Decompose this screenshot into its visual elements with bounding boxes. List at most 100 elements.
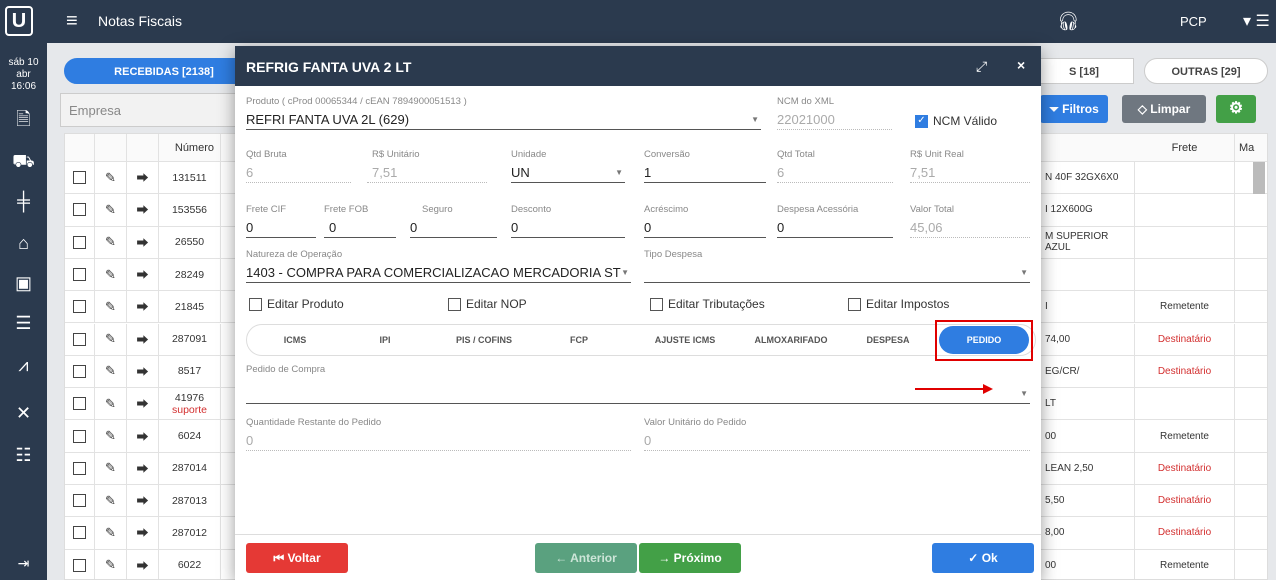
produto-field[interactable]: Produto ( cProd 00065344 / cEAN 78949000… <box>246 96 761 130</box>
logout-icon[interactable]: ⇥ <box>0 555 47 572</box>
sliders-icon[interactable]: ☰ <box>0 313 47 334</box>
checkbox-icon[interactable] <box>73 494 86 508</box>
desconto-field[interactable]: Desconto 0 <box>511 204 625 238</box>
frete-cif-value[interactable]: 0 <box>246 220 316 238</box>
chevron-down-icon[interactable]: ▼ <box>1020 268 1028 277</box>
checkbox-icon[interactable] <box>73 397 86 411</box>
checkbox-checked-icon[interactable]: ✓ <box>915 114 928 128</box>
anterior-button[interactable]: ← Anterior <box>535 543 637 573</box>
edit-icon[interactable]: ✎ <box>95 452 127 484</box>
empresa-input[interactable]: Empresa <box>60 93 240 127</box>
export-icon[interactable]: ⮕ <box>127 452 159 484</box>
seguro-value[interactable]: 0 <box>410 220 497 238</box>
edit-icon[interactable]: ✎ <box>95 485 127 517</box>
edit-icon[interactable]: ✎ <box>95 291 127 323</box>
frete-cif-field[interactable]: Frete CIF 0 <box>246 204 316 238</box>
tab-ipi[interactable]: IPI <box>355 325 415 355</box>
close-icon[interactable]: × <box>1017 57 1025 73</box>
app-logo[interactable]: U <box>5 6 33 36</box>
truck-icon[interactable]: ⛟ <box>0 151 47 175</box>
checkbox-icon[interactable] <box>73 461 86 475</box>
list-icon[interactable]: ☷ <box>0 445 47 466</box>
tab-recebidas[interactable]: RECEBIDAS [2138] <box>64 58 264 84</box>
tab-ajuste-icms[interactable]: AJUSTE ICMS <box>635 325 735 355</box>
chevron-down-icon[interactable]: ▼ <box>1020 389 1028 398</box>
scrollbar-thumb[interactable] <box>1253 162 1265 194</box>
signpost-icon[interactable]: ╪ <box>0 191 47 212</box>
limpar-button[interactable]: ◇ Limpar <box>1122 95 1206 123</box>
despesa-acessoria-field[interactable]: Despesa Acessória 0 <box>777 204 893 238</box>
expand-icon[interactable]: ⤢ <box>976 58 987 75</box>
warehouse-icon[interactable]: ⌂ <box>0 233 47 254</box>
export-icon[interactable]: ⮕ <box>127 388 159 420</box>
row-checkbox-cell[interactable] <box>65 291 95 323</box>
header-numero[interactable]: Número <box>159 134 221 161</box>
edit-icon[interactable]: ✎ <box>95 388 127 420</box>
checkbox-icon[interactable] <box>73 235 86 249</box>
row-checkbox-cell[interactable] <box>65 194 95 226</box>
tab-pis-cofins[interactable]: PIS / COFINS <box>439 325 529 355</box>
checkbox-icon[interactable] <box>249 297 262 311</box>
chevron-down-icon[interactable]: ▼ <box>751 115 759 124</box>
tab-partial[interactable]: S [18] <box>1034 58 1134 84</box>
edit-icon[interactable]: ✎ <box>95 194 127 226</box>
row-checkbox-cell[interactable] <box>65 420 95 452</box>
row-checkbox-cell[interactable] <box>65 162 95 194</box>
user-menu-icon[interactable]: ▾ ☰ <box>1243 11 1270 31</box>
ok-button[interactable]: ✓ Ok <box>932 543 1034 573</box>
edit-icon[interactable]: ✎ <box>95 355 127 388</box>
tab-outras[interactable]: OUTRAS [29] <box>1144 58 1268 84</box>
natureza-field[interactable]: Natureza de Operação 1403 - COMPRA PARA C… <box>246 249 631 283</box>
checkbox-icon[interactable] <box>848 297 861 311</box>
user-name[interactable]: PCP <box>1180 14 1207 29</box>
checkbox-icon[interactable] <box>650 297 663 311</box>
export-icon[interactable]: ⮕ <box>127 291 159 323</box>
export-icon[interactable]: ⮕ <box>127 323 159 355</box>
header-frete[interactable]: Frete <box>1135 134 1235 161</box>
conversao-field[interactable]: Conversão 1 <box>644 149 766 183</box>
natureza-value[interactable]: 1403 - COMPRA PARA COMERCIALIZACAO MERCA… <box>246 265 631 283</box>
chevron-down-icon[interactable]: ▼ <box>615 168 623 177</box>
chevron-down-icon[interactable]: ▼ <box>621 268 629 277</box>
export-icon[interactable]: ⮕ <box>127 549 159 579</box>
tab-despesa[interactable]: DESPESA <box>845 325 931 355</box>
tab-fcp[interactable]: FCP <box>549 325 609 355</box>
desconto-value[interactable]: 0 <box>511 220 625 238</box>
frete-fob-field[interactable]: Frete FOB 0 <box>324 204 396 238</box>
editar-tributacoes-checkbox[interactable]: Editar Tributações <box>650 297 765 311</box>
checkbox-icon[interactable] <box>73 364 86 378</box>
tipo-despesa-value[interactable] <box>644 265 1030 283</box>
row-checkbox-cell[interactable] <box>65 355 95 388</box>
checkbox-icon[interactable] <box>73 558 86 572</box>
row-checkbox-cell[interactable] <box>65 323 95 355</box>
editar-impostos-checkbox[interactable]: Editar Impostos <box>848 297 949 311</box>
frete-fob-value[interactable]: 0 <box>324 220 396 238</box>
checkbox-icon[interactable] <box>73 300 86 314</box>
export-icon[interactable]: ⮕ <box>127 420 159 452</box>
edit-icon[interactable]: ✎ <box>95 226 127 258</box>
unidade-value[interactable]: UN <box>511 165 625 183</box>
checkbox-icon[interactable] <box>73 332 86 346</box>
export-icon[interactable]: ⮕ <box>127 355 159 388</box>
settings-button[interactable]: ⚙ <box>1216 95 1256 123</box>
export-icon[interactable]: ⮕ <box>127 485 159 517</box>
row-checkbox-cell[interactable] <box>65 388 95 420</box>
editar-nop-checkbox[interactable]: Editar NOP <box>448 297 527 311</box>
proximo-button[interactable]: → Próximo <box>639 543 741 573</box>
despesa-acessoria-value[interactable]: 0 <box>777 220 893 238</box>
produto-value[interactable]: REFRI FANTA UVA 2L (629) <box>246 112 761 130</box>
row-checkbox-cell[interactable] <box>65 258 95 291</box>
tab-icms[interactable]: ICMS <box>257 325 333 355</box>
checkbox-icon[interactable] <box>73 526 86 540</box>
id-card-icon[interactable]: ▣ <box>0 273 47 294</box>
menu-icon[interactable]: ≡ <box>66 10 78 33</box>
tab-almoxarifado[interactable]: ALMOXARIFADO <box>741 325 841 355</box>
tab-pedido[interactable]: PEDIDO <box>939 326 1029 354</box>
export-icon[interactable]: ⮕ <box>127 226 159 258</box>
edit-icon[interactable]: ✎ <box>95 162 127 194</box>
export-icon[interactable]: ⮕ <box>127 517 159 549</box>
export-icon[interactable]: ⮕ <box>127 194 159 226</box>
header-ma[interactable]: Ma <box>1235 134 1267 161</box>
edit-icon[interactable]: ✎ <box>95 549 127 579</box>
row-checkbox-cell[interactable] <box>65 549 95 579</box>
